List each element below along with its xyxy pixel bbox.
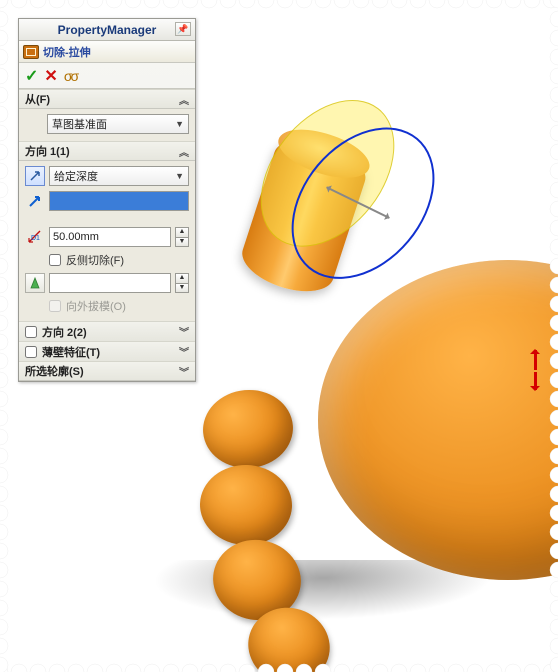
expand-icon: ︾: [179, 324, 189, 339]
draft-angle-input[interactable]: [49, 273, 171, 293]
model-3d[interactable]: [178, 140, 558, 600]
direction-vector-icon[interactable]: [25, 191, 45, 211]
spin-down-button[interactable]: ▼: [175, 237, 189, 247]
property-manager-panel: PropertyManager 📌 切除-拉伸 ✓ ✕ σσ 从(F) ︽ 草图…: [18, 18, 196, 382]
collapse-icon: ︽: [179, 92, 189, 107]
crab-body: [318, 260, 558, 580]
feature-title: 切除-拉伸: [43, 44, 91, 60]
spin-up-button[interactable]: ▲: [175, 227, 189, 237]
reverse-direction-button[interactable]: [25, 166, 45, 186]
flip-side-checkbox-row[interactable]: 反侧切除(F): [49, 252, 189, 268]
confirm-toolbar: ✓ ✕ σσ: [19, 63, 195, 89]
cancel-button[interactable]: ✕: [44, 66, 57, 86]
flip-side-label: 反侧切除(F): [66, 252, 124, 268]
selected-contours-label: 所选轮廓(S): [25, 363, 84, 379]
from-condition-dropdown[interactable]: 草图基准面 ▼: [47, 114, 189, 134]
svg-text:D1: D1: [31, 235, 40, 242]
selected-contours-section-header[interactable]: 所选轮廓(S) ︾: [19, 361, 195, 381]
crab-leg: [200, 386, 296, 472]
detailed-preview-button[interactable]: σσ: [64, 68, 77, 84]
draft-outward-checkbox-row: 向外拔模(O): [49, 298, 189, 314]
collapse-icon: ︽: [179, 144, 189, 159]
direction1-label: 方向 1(1): [25, 143, 70, 159]
from-section-body: 草图基准面 ▼: [19, 109, 195, 141]
depth-input[interactable]: 50.00mm: [49, 227, 171, 247]
depth-spinner[interactable]: ▲ ▼: [175, 227, 189, 247]
cut-extrude-icon: [23, 45, 39, 59]
from-label: 从(F): [25, 91, 50, 107]
direction2-section-header[interactable]: 方向 2(2) ︾: [19, 321, 195, 341]
direction1-section-header[interactable]: 方向 1(1) ︽: [19, 141, 195, 161]
feature-titlebar: 切除-拉伸: [19, 41, 195, 63]
crab-leg: [199, 463, 294, 546]
property-manager-titlebar: PropertyManager 📌: [19, 19, 195, 41]
draft-spinner[interactable]: ▲ ▼: [175, 273, 189, 293]
expand-icon: ︾: [179, 344, 189, 359]
pin-button[interactable]: 📌: [175, 22, 191, 36]
chevron-down-icon: ▼: [175, 119, 184, 129]
draft-outward-label: 向外拔模(O): [66, 298, 126, 314]
flip-side-checkbox[interactable]: [49, 254, 61, 266]
from-section-header[interactable]: 从(F) ︽: [19, 89, 195, 109]
depth-icon: D1: [25, 227, 45, 247]
ok-button[interactable]: ✓: [25, 66, 38, 86]
eye-stalk: [210, 95, 395, 325]
end-condition-dropdown[interactable]: 给定深度 ▼: [49, 166, 189, 186]
draft-on-off-button[interactable]: [25, 273, 45, 293]
spin-down-button[interactable]: ▼: [175, 283, 189, 293]
end-condition-value: 给定深度: [54, 168, 98, 184]
thin-feature-section-header[interactable]: 薄壁特征(T) ︾: [19, 341, 195, 361]
direction2-label: 方向 2(2): [42, 324, 87, 340]
thin-feature-enable-checkbox[interactable]: [25, 346, 37, 358]
direction-vector-field[interactable]: [49, 191, 189, 211]
property-manager-title: PropertyManager: [58, 23, 157, 37]
view-axis-indicator[interactable]: [526, 350, 546, 390]
thin-feature-label: 薄壁特征(T): [42, 344, 100, 360]
spin-up-button[interactable]: ▲: [175, 273, 189, 283]
direction2-enable-checkbox[interactable]: [25, 326, 37, 338]
chevron-down-icon: ▼: [175, 171, 184, 181]
from-condition-value: 草图基准面: [52, 116, 107, 132]
draft-outward-checkbox: [49, 300, 61, 312]
expand-icon: ︾: [179, 364, 189, 379]
direction1-section-body: 给定深度 ▼ D1 50.00mm: [19, 161, 195, 321]
